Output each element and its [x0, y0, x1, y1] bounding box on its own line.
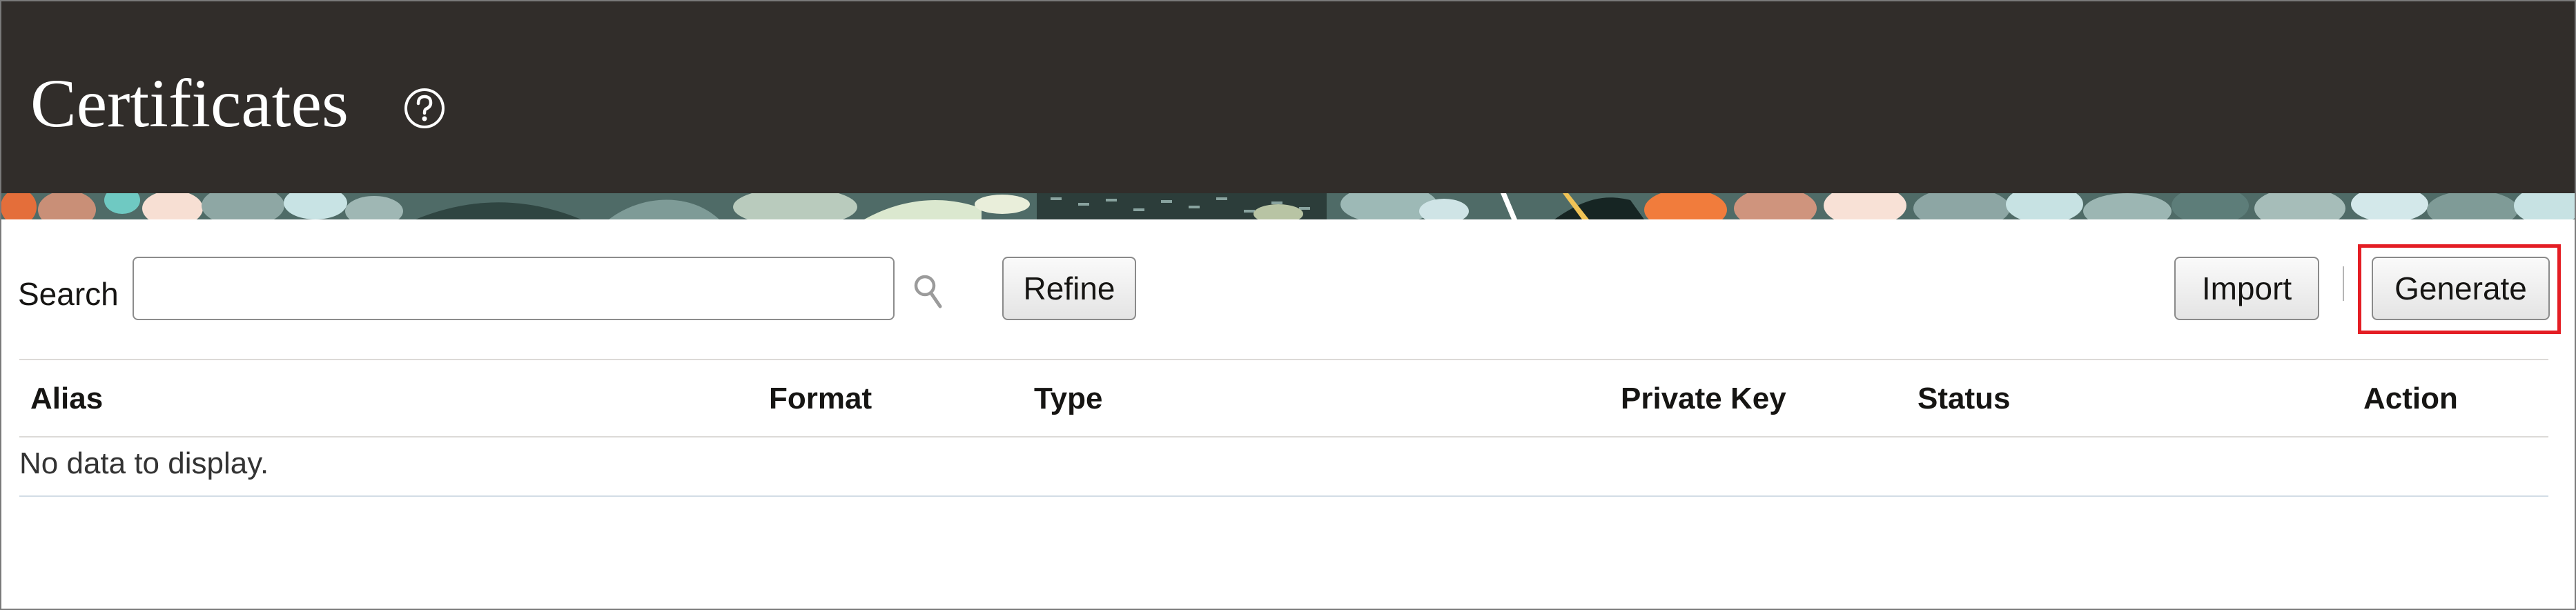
search-label: Search: [18, 276, 119, 312]
help-circle-icon[interactable]: [403, 87, 446, 130]
column-header-status[interactable]: Status: [1918, 381, 2010, 417]
column-header-alias[interactable]: Alias: [30, 381, 103, 417]
column-header-action[interactable]: Action: [2363, 381, 2458, 417]
page-title: Certificates: [30, 65, 349, 141]
toolbar-separator: [2343, 266, 2344, 301]
page-header: Certificates: [1, 1, 2575, 193]
column-header-format[interactable]: Format: [769, 381, 872, 417]
refine-button[interactable]: Refine: [1002, 257, 1136, 320]
table-header-divider: [19, 436, 2548, 437]
generate-button-highlight: [2358, 244, 2561, 334]
column-header-type[interactable]: Type: [1034, 381, 1102, 417]
import-button[interactable]: Import: [2174, 257, 2319, 320]
decorative-banner: [1, 193, 2575, 219]
table-bottom-divider: [19, 495, 2548, 497]
toolbar-divider: [19, 359, 2548, 360]
certificates-page: Certificates Search Refine Import Genera…: [0, 0, 2576, 610]
empty-table-message: No data to display.: [19, 446, 269, 480]
column-header-private-key[interactable]: Private Key: [1621, 381, 1786, 417]
search-input[interactable]: [133, 257, 895, 320]
magnifier-icon[interactable]: [911, 272, 947, 313]
